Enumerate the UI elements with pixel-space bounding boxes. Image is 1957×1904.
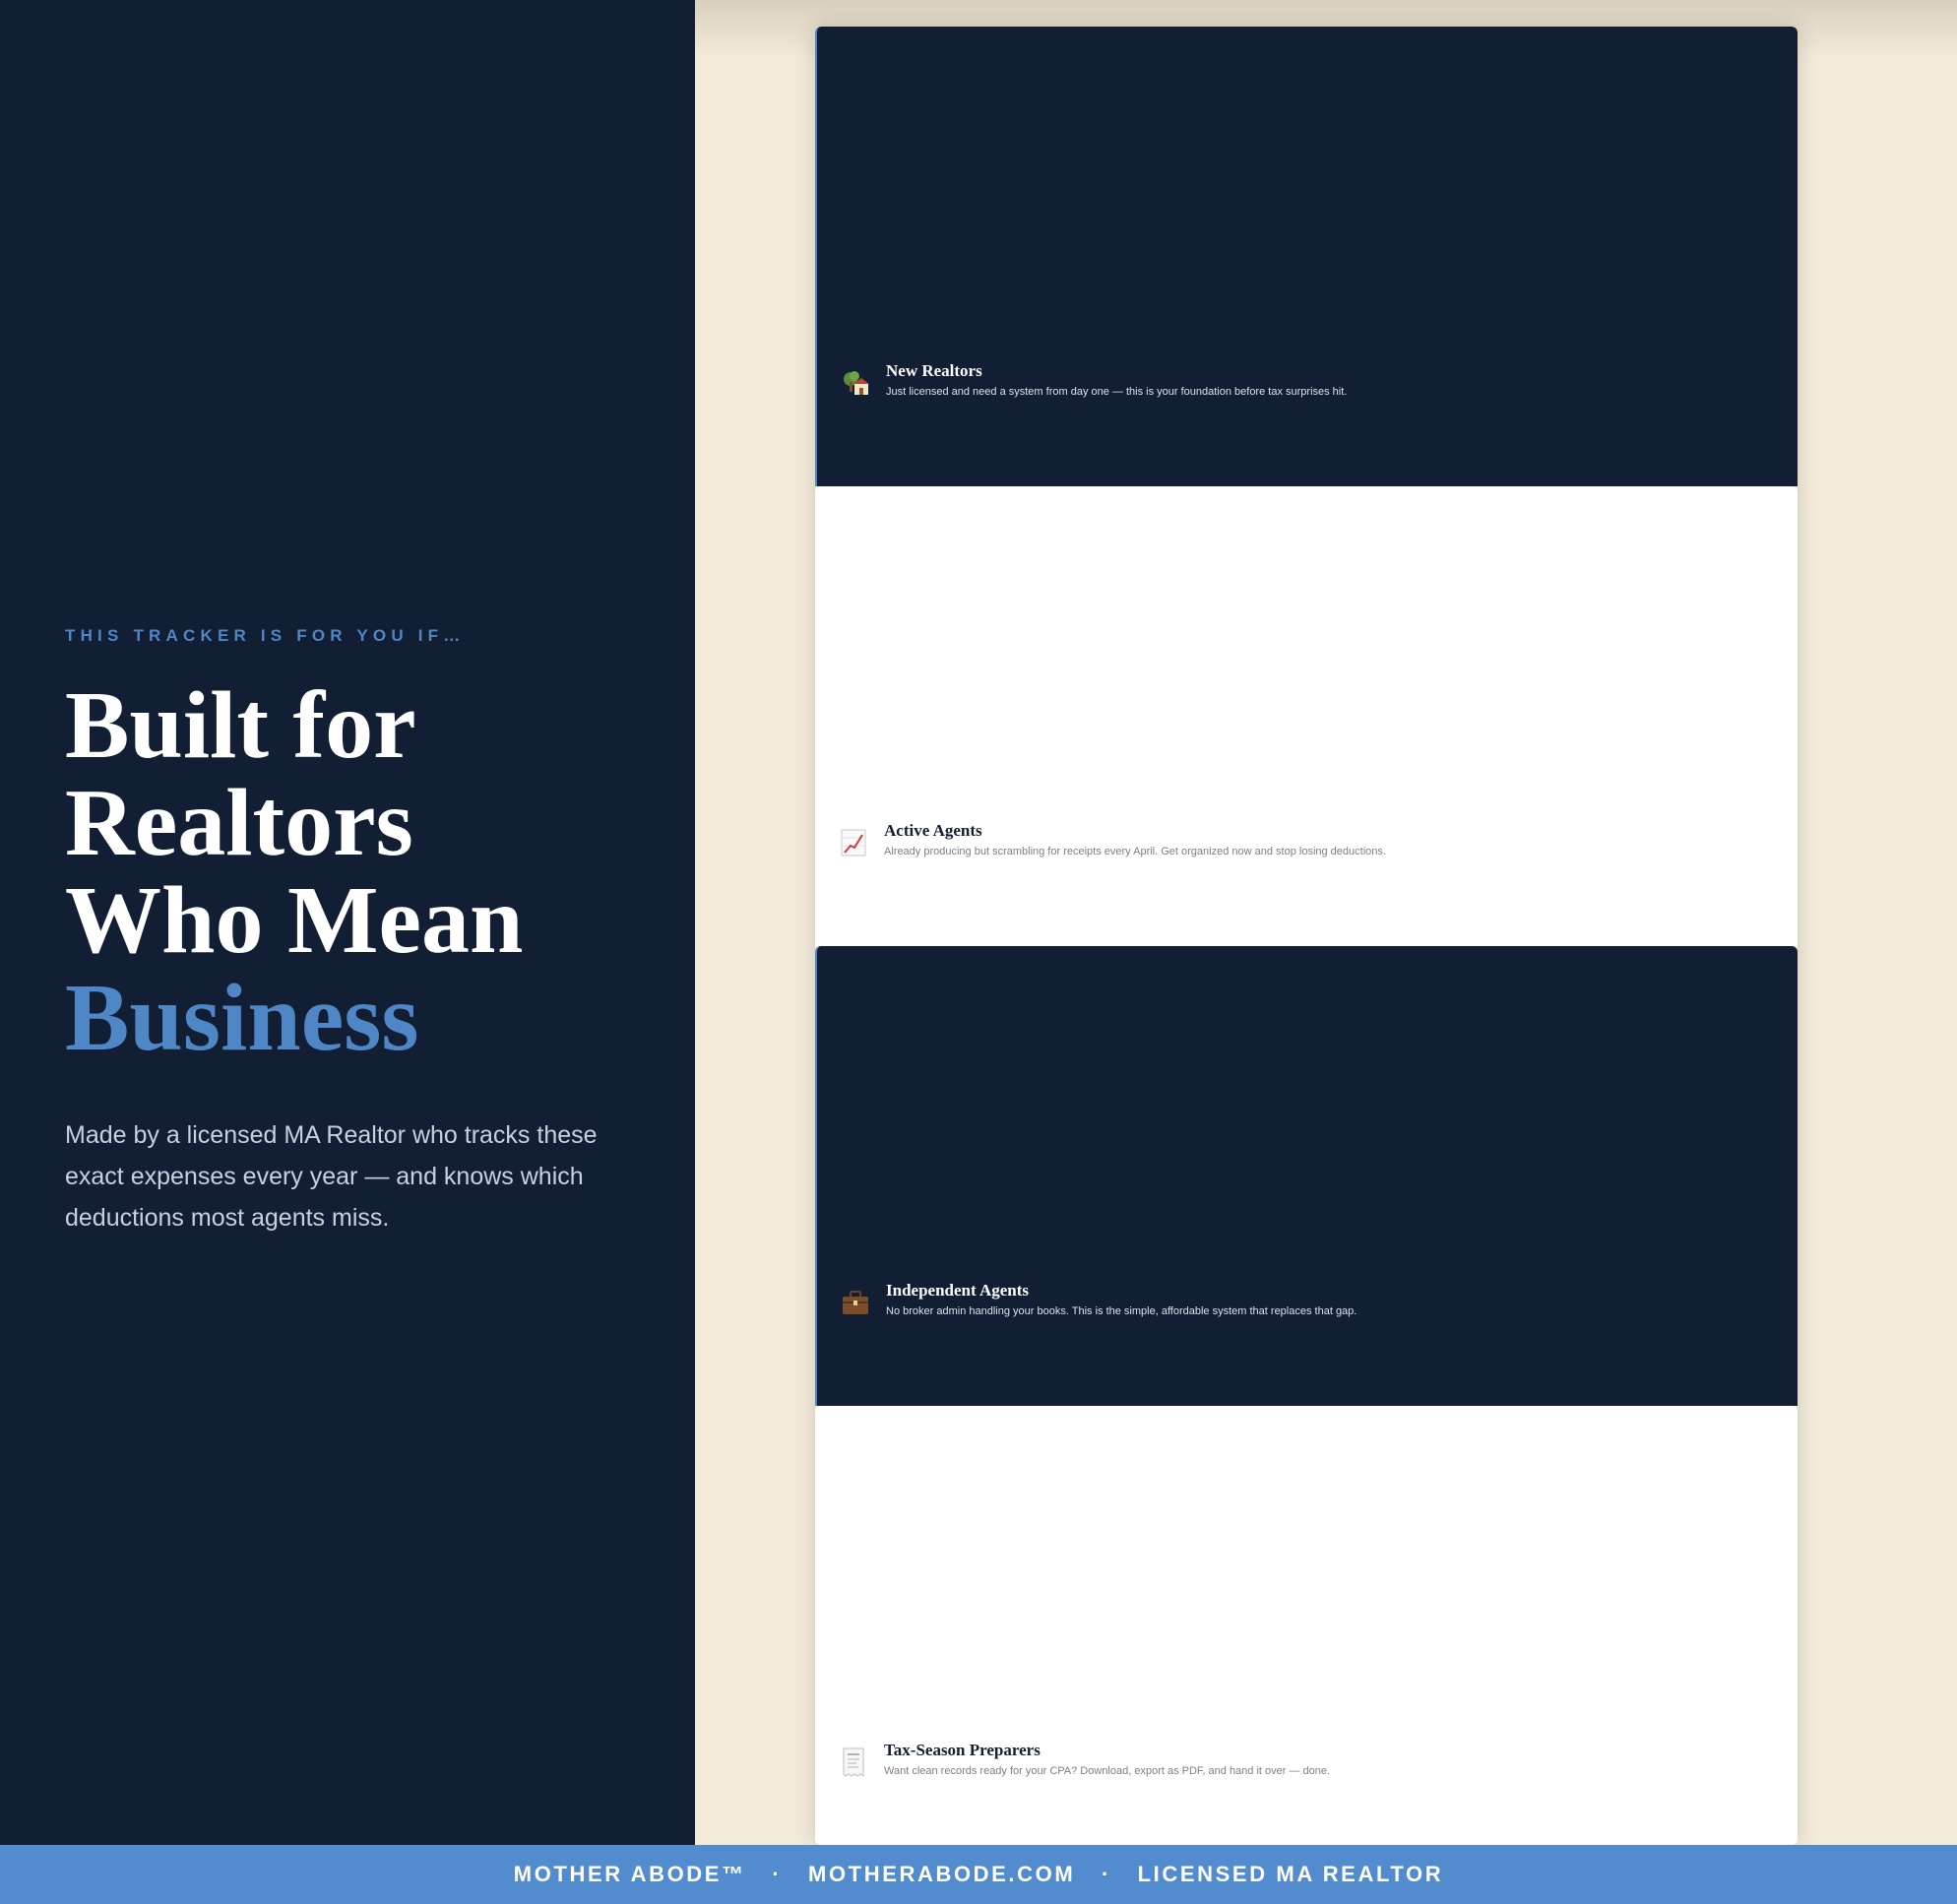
card-description: Just licensed and need a system from day… bbox=[886, 386, 1348, 398]
footer-website-link[interactable]: MOTHERABODE.COM bbox=[808, 1862, 1075, 1886]
headline-line-1: Built for bbox=[65, 672, 416, 779]
headline-line-3: Who Mean bbox=[65, 867, 524, 974]
card-description: Already producing but scrambling for rec… bbox=[884, 846, 1386, 857]
footer-tagline: LICENSED MA REALTOR bbox=[1137, 1862, 1444, 1886]
card-title: Tax-Season Preparers bbox=[884, 1741, 1041, 1759]
audience-card-independent-agents: Independent Agents No broker admin handl… bbox=[815, 946, 1798, 1406]
briefcase-icon bbox=[841, 1288, 870, 1317]
footer-credits: MOTHER ABODE™ · MOTHERABODE.COM · LICENS… bbox=[514, 1862, 1443, 1887]
audience-card-active-agents: Active Agents Already producing but scra… bbox=[815, 486, 1798, 946]
chart-up-icon bbox=[839, 828, 868, 857]
audience-card-tax-season-preparers: Tax-Season Preparers Want clean records … bbox=[815, 1406, 1798, 1845]
card-title: Active Agents bbox=[884, 821, 982, 840]
audience-card-new-realtors: New Realtors Just licensed and need a sy… bbox=[815, 27, 1798, 486]
card-description: No broker admin handling your books. Thi… bbox=[886, 1305, 1357, 1317]
receipt-icon bbox=[839, 1747, 868, 1777]
footer-bar: MOTHER ABODE™ · MOTHERABODE.COM · LICENS… bbox=[0, 1845, 1957, 1904]
card-title: New Realtors bbox=[886, 361, 982, 380]
headline-line-2: Realtors bbox=[65, 770, 413, 876]
intro-paragraph: Made by a licensed MA Realtor who tracks… bbox=[65, 1121, 598, 1232]
footer-brand: MOTHER ABODE™ bbox=[513, 1862, 746, 1886]
headline-accent: Business bbox=[65, 965, 419, 1071]
footer-separator: · bbox=[772, 1862, 783, 1886]
page-headline: Built for Realtors Who Mean Business bbox=[65, 677, 675, 1067]
card-title: Independent Agents bbox=[886, 1281, 1030, 1300]
eyebrow-label: THIS TRACKER IS FOR YOU IF… bbox=[65, 626, 466, 645]
card-description: Want clean records ready for your CPA? D… bbox=[884, 1765, 1331, 1777]
audience-card-stack: New Realtors Just licensed and need a sy… bbox=[815, 27, 1798, 1845]
left-panel: THIS TRACKER IS FOR YOU IF… Built for Re… bbox=[0, 0, 695, 1845]
house-tree-icon bbox=[841, 368, 870, 398]
footer-separator: · bbox=[1101, 1862, 1111, 1886]
